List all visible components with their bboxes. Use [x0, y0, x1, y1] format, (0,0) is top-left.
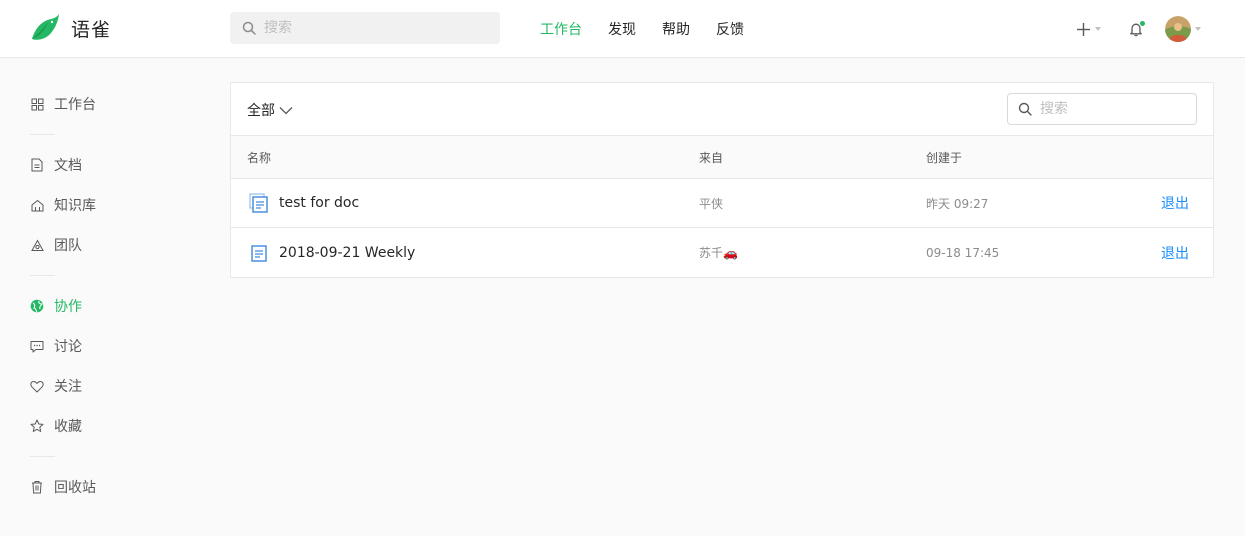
global-search-input[interactable] — [264, 20, 484, 36]
sidebar-item-label: 关注 — [54, 379, 82, 395]
doc-title: test for doc — [279, 195, 360, 211]
created-time: 昨天 09:27 — [926, 196, 989, 211]
globe-icon — [30, 299, 44, 313]
heart-icon — [30, 379, 44, 393]
column-header-name: 名称 — [247, 150, 272, 165]
sidebar-divider — [30, 275, 55, 276]
filter-label: 全部 — [247, 103, 275, 119]
panel-toolbar: 全部 — [231, 83, 1213, 136]
top-header: 语雀 工作台 发现 帮助 反馈 — [0, 0, 1245, 58]
created-time: 09-18 17:45 — [926, 245, 1000, 260]
sidebar-item-workbench[interactable]: 工作台 — [30, 93, 96, 115]
table-header: 名称 来自 创建于 — [231, 136, 1213, 179]
avatar — [1165, 16, 1191, 42]
column-header-from: 来自 — [699, 150, 724, 165]
library-icon — [30, 198, 44, 212]
exit-button[interactable]: 退出 — [1161, 193, 1189, 213]
sidebar-item-label: 回收站 — [54, 480, 96, 496]
create-button[interactable] — [1076, 22, 1101, 37]
sidebar-item-follow[interactable]: 关注 — [30, 375, 82, 397]
created-cell: 昨天 09:27 — [926, 179, 988, 227]
doc-link[interactable]: 2018-09-21 Weekly — [249, 228, 415, 277]
nav-feedback[interactable]: 反馈 — [716, 19, 744, 39]
team-icon — [30, 238, 44, 252]
action-cell: 退出 — [1161, 179, 1189, 227]
nav-discover[interactable]: 发现 — [608, 19, 636, 39]
table-row: 2018-09-21 Weekly 苏千 🚗 09-18 17:45 退出 — [231, 228, 1213, 277]
doc-stack-icon — [249, 193, 268, 213]
sidebar-item-trash[interactable]: 回收站 — [30, 476, 96, 498]
search-icon — [1018, 102, 1032, 116]
notifications-button[interactable] — [1129, 19, 1146, 37]
sidebar-item-docs[interactable]: 文档 — [30, 154, 82, 176]
trash-icon — [30, 480, 44, 494]
table-row: test for doc 平侠 昨天 09:27 退出 — [231, 179, 1213, 228]
sidebar-divider — [30, 456, 55, 457]
search-icon — [242, 21, 256, 35]
sidebar-item-favorites[interactable]: 收藏 — [30, 415, 82, 437]
sidebar-item-discussion[interactable]: 讨论 — [30, 335, 82, 357]
sidebar-divider — [30, 134, 55, 135]
owner-emoji: 🚗 — [723, 245, 738, 260]
sidebar-item-team[interactable]: 团队 — [30, 234, 82, 256]
doc-title: 2018-09-21 Weekly — [279, 244, 416, 261]
app-name: 语雀 — [71, 18, 112, 41]
chevron-down-icon — [1195, 27, 1201, 31]
notification-dot — [1139, 19, 1146, 27]
exit-button[interactable]: 退出 — [1161, 243, 1189, 263]
sidebar-item-label: 协作 — [54, 299, 82, 315]
column-header-created: 创建于 — [926, 150, 963, 165]
sidebar-item-label: 讨论 — [54, 339, 82, 355]
doc-owner[interactable]: 平侠 — [699, 179, 723, 227]
grid-icon — [30, 97, 44, 111]
created-cell: 09-18 17:45 — [926, 228, 999, 277]
chevron-down-icon — [279, 106, 293, 114]
filter-dropdown[interactable]: 全部 — [247, 100, 293, 120]
comment-icon — [30, 339, 44, 353]
star-icon — [30, 419, 44, 433]
owner-name: 苏千 — [699, 246, 724, 260]
nav-workbench[interactable]: 工作台 — [540, 19, 582, 39]
sidebar-item-label: 文档 — [54, 158, 82, 174]
doc-owner[interactable]: 苏千 🚗 — [699, 228, 738, 277]
header-actions — [1076, 14, 1201, 44]
document-icon — [30, 158, 44, 172]
global-search[interactable] — [230, 12, 500, 44]
main-nav: 工作台 发现 帮助 反馈 — [540, 0, 770, 58]
collaboration-panel: 全部 名称 来自 创建于 test for doc — [230, 82, 1214, 278]
yuque-bird-logo-icon — [32, 14, 59, 40]
plus-icon — [1077, 22, 1090, 36]
sidebar-item-label: 团队 — [54, 238, 82, 254]
doc-link[interactable]: test for doc — [249, 179, 359, 227]
sidebar-item-label: 收藏 — [54, 419, 82, 435]
sidebar-item-label: 知识库 — [54, 198, 96, 214]
sidebar-item-library[interactable]: 知识库 — [30, 194, 96, 216]
panel-search[interactable] — [1007, 93, 1197, 125]
user-menu[interactable] — [1165, 16, 1201, 42]
nav-help[interactable]: 帮助 — [662, 19, 690, 39]
document-icon — [251, 244, 267, 262]
sidebar-item-label: 工作台 — [54, 97, 96, 113]
panel-search-input[interactable] — [1040, 101, 1190, 117]
logo[interactable]: 语雀 — [29, 13, 111, 43]
owner-name: 平侠 — [699, 196, 724, 211]
action-cell: 退出 — [1161, 228, 1189, 277]
sidebar-item-collaboration[interactable]: 协作 — [30, 295, 82, 317]
chevron-down-icon — [1095, 27, 1101, 31]
